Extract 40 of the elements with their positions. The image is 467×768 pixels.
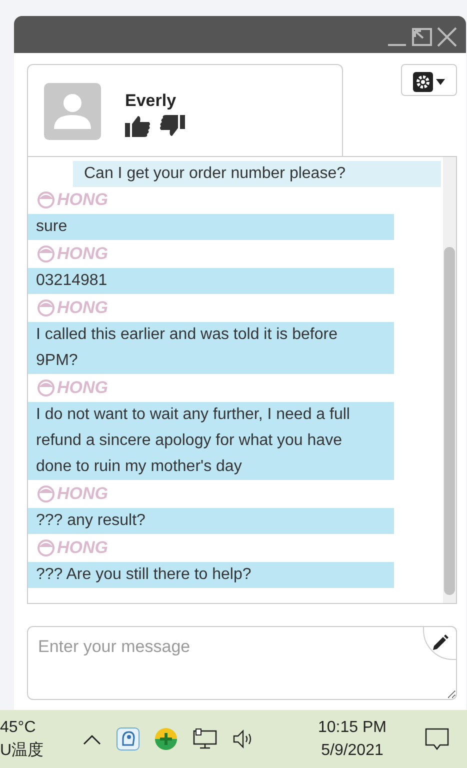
restore-icon[interactable]	[410, 26, 434, 48]
thumbs-down-icon[interactable]	[159, 115, 185, 137]
face-icon	[37, 245, 55, 263]
sender-name: HONG	[57, 484, 108, 504]
scrollbar[interactable]	[443, 157, 456, 603]
network-icon[interactable]	[192, 728, 218, 750]
sender-name: HONG	[57, 298, 108, 318]
message-field[interactable]: Enter your message	[27, 626, 457, 700]
face-icon	[37, 379, 55, 397]
face-icon	[37, 299, 55, 317]
contact-name: Everly	[125, 91, 178, 111]
gear-icon	[412, 71, 446, 93]
message-bubble: I do not want to wait any further, I need a full refund a sincere apology for what you have done to ruin my mother's day	[28, 402, 394, 480]
avatar-icon	[44, 83, 101, 140]
temperature-text: 45°C	[0, 718, 37, 738]
clock-date[interactable]: 5/9/2021	[321, 739, 384, 762]
pencil-icon	[431, 634, 449, 652]
sender-name: HONG	[57, 190, 108, 210]
message-bubble: Can I get your order number please?	[73, 161, 441, 187]
notification-icon[interactable]	[424, 726, 450, 752]
sender-name: HONG	[57, 378, 108, 398]
message-bubble: 03214981	[28, 268, 394, 294]
clock-time[interactable]: 10:15 PM	[318, 716, 386, 739]
close-icon[interactable]	[436, 26, 458, 48]
message-bubble: sure	[28, 214, 394, 240]
face-icon	[37, 191, 55, 209]
message-bubble: ??? Are you still there to help?	[28, 562, 394, 588]
sender-name: HONG	[57, 538, 108, 558]
chevron-up-icon[interactable]	[82, 732, 102, 746]
message-bubble: ??? any result?	[28, 508, 394, 534]
plus-circle-icon[interactable]	[154, 727, 178, 751]
face-icon	[37, 539, 55, 557]
sensor-label: U温度	[0, 740, 45, 761]
speaker-icon[interactable]	[232, 728, 254, 750]
sender-name: HONG	[57, 244, 108, 264]
face-icon	[37, 485, 55, 503]
settings-button[interactable]	[401, 64, 457, 96]
thumbs-up-icon[interactable]	[125, 115, 151, 137]
edit-button[interactable]	[423, 626, 457, 660]
message-bubble: I called this earlier and was told it is before 9PM?	[28, 322, 394, 374]
